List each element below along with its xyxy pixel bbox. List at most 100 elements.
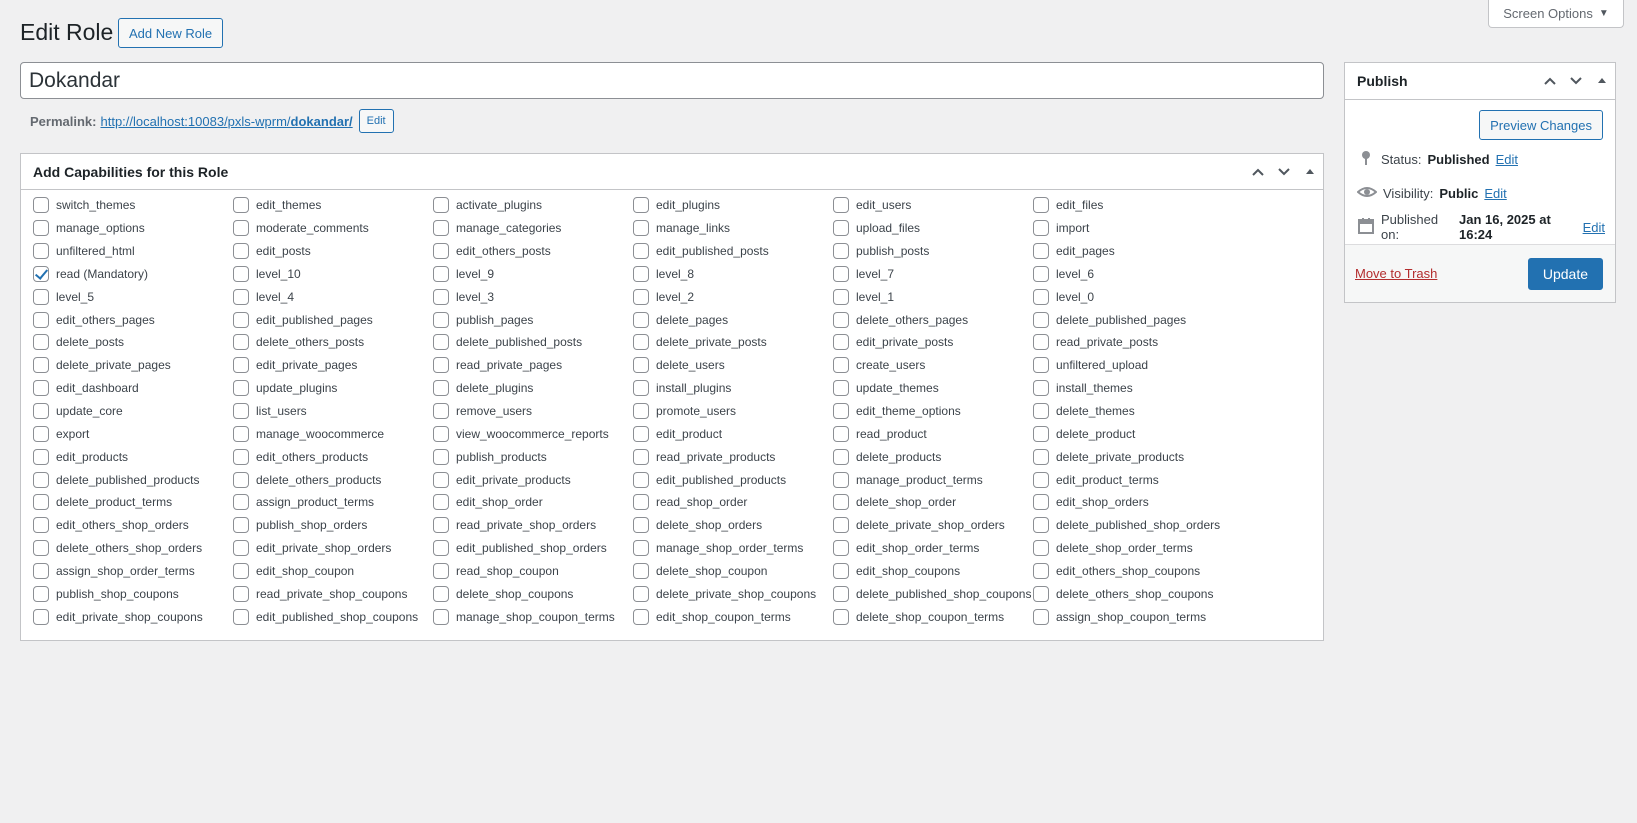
capability-item[interactable]: install_plugins — [633, 377, 833, 400]
capability-checkbox[interactable] — [633, 540, 649, 557]
capability-checkbox[interactable] — [233, 471, 249, 488]
capability-checkbox[interactable] — [633, 265, 649, 282]
capability-item[interactable]: edit_themes — [233, 194, 433, 217]
capability-item[interactable]: edit_private_products — [433, 468, 633, 491]
move-down-icon[interactable] — [1271, 165, 1297, 179]
capability-checkbox[interactable] — [33, 380, 49, 397]
capability-item[interactable]: edit_shop_coupons — [833, 560, 1033, 583]
capability-checkbox[interactable] — [233, 288, 249, 305]
capability-item[interactable]: delete_published_shop_coupons — [833, 582, 1033, 605]
capability-item[interactable]: publish_pages — [433, 308, 633, 331]
capability-item[interactable]: edit_others_posts — [433, 240, 633, 263]
capability-checkbox[interactable] — [633, 562, 649, 579]
capability-checkbox[interactable] — [233, 448, 249, 465]
published-on-edit-link[interactable]: Edit — [1583, 220, 1605, 235]
capability-checkbox[interactable] — [1033, 380, 1049, 397]
capability-checkbox[interactable] — [633, 357, 649, 374]
move-up-icon[interactable] — [1245, 165, 1271, 179]
capability-item[interactable]: edit_published_pages — [233, 308, 433, 331]
capability-item[interactable]: delete_private_posts — [633, 331, 833, 354]
capability-checkbox[interactable] — [433, 197, 449, 214]
capability-checkbox[interactable] — [233, 334, 249, 351]
capability-checkbox[interactable] — [433, 380, 449, 397]
capability-item[interactable]: manage_product_terms — [833, 468, 1033, 491]
capability-item[interactable]: level_4 — [233, 285, 433, 308]
capability-checkbox[interactable] — [833, 243, 849, 260]
capability-checkbox[interactable] — [833, 585, 849, 602]
capability-item[interactable]: delete_product — [1033, 422, 1233, 445]
capability-item[interactable]: install_themes — [1033, 377, 1233, 400]
capability-item[interactable]: export — [33, 422, 233, 445]
capability-item[interactable]: delete_shop_orders — [633, 514, 833, 537]
capability-item[interactable]: level_6 — [1033, 263, 1233, 286]
capability-item[interactable]: edit_published_shop_coupons — [233, 605, 433, 628]
capability-checkbox[interactable] — [433, 540, 449, 557]
capability-item[interactable]: edit_others_shop_coupons — [1033, 560, 1233, 583]
capability-checkbox[interactable] — [433, 243, 449, 260]
capability-checkbox[interactable] — [1033, 608, 1049, 625]
capability-checkbox[interactable] — [233, 540, 249, 557]
capability-checkbox[interactable] — [833, 357, 849, 374]
capability-item[interactable]: switch_themes — [33, 194, 233, 217]
capability-item[interactable]: activate_plugins — [433, 194, 633, 217]
capability-checkbox[interactable] — [1033, 357, 1049, 374]
capability-item[interactable]: assign_shop_coupon_terms — [1033, 605, 1233, 628]
capability-item[interactable]: delete_others_pages — [833, 308, 1033, 331]
capability-item[interactable]: publish_shop_coupons — [33, 582, 233, 605]
capability-checkbox[interactable] — [1033, 403, 1049, 420]
capability-checkbox[interactable] — [433, 585, 449, 602]
capability-checkbox[interactable] — [33, 494, 49, 511]
capability-checkbox[interactable] — [633, 403, 649, 420]
capability-item[interactable]: delete_product_terms — [33, 491, 233, 514]
capability-item[interactable]: delete_published_shop_orders — [1033, 514, 1233, 537]
capability-item[interactable]: delete_published_posts — [433, 331, 633, 354]
capability-item[interactable]: level_10 — [233, 263, 433, 286]
capability-checkbox[interactable] — [233, 585, 249, 602]
capability-item[interactable]: publish_posts — [833, 240, 1033, 263]
capability-item[interactable]: edit_private_shop_orders — [233, 537, 433, 560]
capability-checkbox[interactable] — [233, 403, 249, 420]
capability-checkbox[interactable] — [433, 288, 449, 305]
capability-checkbox[interactable] — [1033, 197, 1049, 214]
capability-item[interactable]: edit_published_products — [633, 468, 833, 491]
capability-checkbox[interactable] — [833, 540, 849, 557]
capability-item[interactable]: delete_users — [633, 354, 833, 377]
capability-checkbox[interactable] — [233, 265, 249, 282]
capability-item[interactable]: delete_private_pages — [33, 354, 233, 377]
capability-item[interactable]: delete_private_shop_orders — [833, 514, 1033, 537]
capability-item[interactable]: delete_others_shop_coupons — [1033, 582, 1233, 605]
capability-item[interactable]: moderate_comments — [233, 217, 433, 240]
capability-item[interactable]: update_themes — [833, 377, 1033, 400]
capability-item[interactable]: delete_plugins — [433, 377, 633, 400]
capability-checkbox[interactable] — [633, 448, 649, 465]
capability-checkbox[interactable] — [33, 471, 49, 488]
capability-item[interactable]: delete_others_products — [233, 468, 433, 491]
capability-checkbox[interactable] — [33, 585, 49, 602]
capability-item[interactable]: delete_products — [833, 445, 1033, 468]
capability-item[interactable]: edit_shop_orders — [1033, 491, 1233, 514]
capability-item[interactable]: level_7 — [833, 263, 1033, 286]
capability-checkbox[interactable] — [433, 471, 449, 488]
capability-checkbox[interactable] — [33, 197, 49, 214]
capability-item[interactable]: delete_others_posts — [233, 331, 433, 354]
capability-item[interactable]: delete_published_products — [33, 468, 233, 491]
capability-checkbox[interactable] — [233, 357, 249, 374]
capability-item[interactable]: manage_links — [633, 217, 833, 240]
collapse-toggle-icon[interactable] — [1297, 166, 1323, 178]
capability-item[interactable]: level_1 — [833, 285, 1033, 308]
capability-checkbox[interactable] — [433, 494, 449, 511]
status-edit-link[interactable]: Edit — [1496, 152, 1518, 167]
capability-item[interactable]: edit_theme_options — [833, 400, 1033, 423]
capability-checkbox[interactable] — [1033, 471, 1049, 488]
capability-item[interactable]: level_2 — [633, 285, 833, 308]
capability-item[interactable]: delete_private_shop_coupons — [633, 582, 833, 605]
capability-checkbox[interactable] — [233, 311, 249, 328]
capability-item[interactable]: manage_woocommerce — [233, 422, 433, 445]
capability-checkbox[interactable] — [1033, 562, 1049, 579]
capability-checkbox[interactable] — [633, 471, 649, 488]
capability-item[interactable]: assign_shop_order_terms — [33, 560, 233, 583]
capability-checkbox[interactable] — [433, 403, 449, 420]
capability-checkbox[interactable] — [1033, 243, 1049, 260]
capability-checkbox[interactable] — [433, 425, 449, 442]
capability-item[interactable]: edit_private_shop_coupons — [33, 605, 233, 628]
